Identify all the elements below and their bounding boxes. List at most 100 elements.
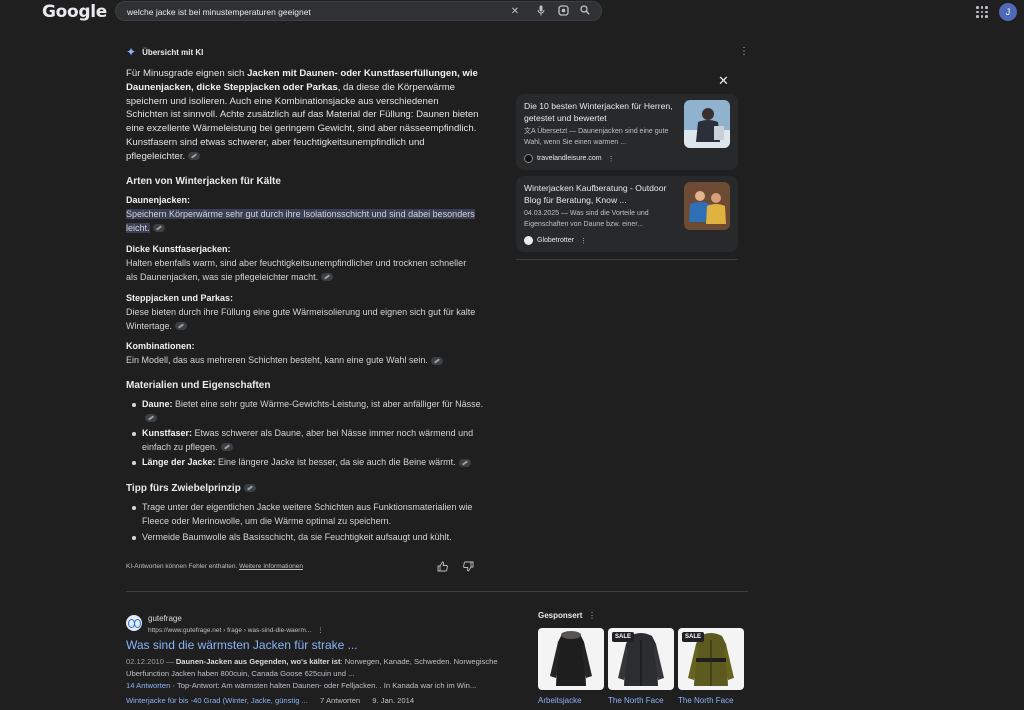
product-card[interactable]: SALE The North Face — [608, 628, 674, 710]
list-item-text: Etwas schwerer als Daune, aber bei Nässe… — [142, 428, 474, 452]
type-text-content: Ein Modell, das aus mehreren Schichten b… — [126, 355, 428, 365]
product-name[interactable]: The North Face — [678, 696, 744, 705]
type-text-highlight: Speichern Körperwärme sehr gut durch ihr… — [126, 209, 475, 233]
source-title[interactable]: Winterjacken Kaufberatung - Outdoor Blog… — [524, 183, 684, 206]
section-title-types: Arten von Winterjacken für Kälte — [126, 176, 281, 187]
result-url-text[interactable]: https://www.gutefrage.net › frage › was-… — [148, 627, 311, 634]
more-options-icon[interactable]: ⋮ — [739, 46, 749, 57]
tips-list: Trage unter der eigentlichen Jacke weite… — [130, 501, 485, 547]
link-icon[interactable] — [145, 414, 157, 423]
product-image[interactable]: SALE — [678, 628, 744, 690]
related-link[interactable]: Winterjacke für bis -40 Grad (Winter, Ja… — [126, 696, 308, 705]
source-site: Globetrotter ⋮ — [524, 236, 587, 245]
type-title: Daunenjacken: — [126, 195, 191, 205]
result-snippet-bold: Daunen-Jacken aus Gegenden, wo's kälter … — [175, 657, 341, 666]
avatar[interactable]: J — [999, 3, 1017, 21]
product-image[interactable]: SALE — [608, 628, 674, 690]
source-card[interactable]: Winterjacken Kaufberatung - Outdoor Blog… — [516, 176, 738, 252]
sale-badge: SALE — [612, 632, 635, 642]
section-title-materials: Materialien und Eigenschaften — [126, 380, 271, 391]
top-answer-text: · Top-Antwort: Am wärmsten halten Daunen… — [170, 681, 477, 690]
apps-grid-icon[interactable] — [975, 5, 989, 19]
more-options-icon[interactable]: ⋮ — [608, 155, 615, 163]
search-icon[interactable] — [578, 5, 592, 19]
type-text: Halten ebenfalls warm, sind aber feuchti… — [126, 257, 476, 284]
type-text: Diese bieten durch ihre Füllung eine gut… — [126, 306, 476, 333]
close-icon[interactable]: ✕ — [718, 73, 729, 89]
source-snippet: 文A Übersetzt — Daunenjacken sind eine gu… — [524, 128, 669, 146]
more-options-icon[interactable]: ⋮ — [317, 627, 324, 634]
site-favicon-icon — [524, 236, 533, 245]
link-icon[interactable] — [152, 224, 165, 233]
result-snippet: 02.12.2010 — Daunen-Jacken aus Gegenden,… — [126, 656, 501, 679]
link-icon[interactable] — [458, 458, 471, 467]
type-text: Speichern Körperwärme sehr gut durch ihr… — [126, 208, 476, 235]
source-image — [684, 100, 730, 148]
google-logo[interactable]: Google — [42, 2, 107, 22]
source-image — [684, 182, 730, 230]
site-favicon-icon[interactable] — [126, 615, 142, 631]
result-site-name[interactable]: gutefrage — [148, 614, 182, 623]
type-title: Steppjacken und Parkas: — [126, 293, 234, 303]
result-answers-line: 14 Antworten · Top-Antwort: Am wärmsten … — [126, 681, 476, 690]
section-title-tip: Tipp fürs Zwiebelprinzip — [126, 483, 256, 494]
link-icon[interactable] — [430, 356, 443, 365]
type-text-content: Halten ebenfalls warm, sind aber feuchti… — [126, 258, 467, 282]
sparkle-icon: ✦ — [126, 45, 137, 59]
list-item: Daune: Bietet eine sehr gute Wärme-Gewic… — [130, 398, 485, 425]
result-url[interactable]: https://www.gutefrage.net › frage › was-… — [148, 626, 324, 634]
ai-overview-header: ✦ Übersicht mit KI — [126, 45, 203, 59]
type-title: Dicke Kunstfaserjacken: — [126, 244, 231, 254]
related-result-line: Winterjacke für bis -40 Grad (Winter, Ja… — [126, 696, 414, 705]
related-answers: 7 Antworten — [320, 696, 361, 705]
source-site-name: Globetrotter — [537, 237, 574, 244]
type-text: Ein Modell, das aus mehreren Schichten b… — [126, 354, 476, 368]
product-image[interactable] — [538, 628, 604, 690]
result-title[interactable]: Was sind die wärmsten Jacken für strake … — [126, 638, 358, 652]
link-icon[interactable] — [220, 443, 233, 452]
list-item: Vermeide Baumwolle als Basisschicht, da … — [130, 531, 485, 545]
link-icon[interactable] — [188, 152, 201, 161]
product-card[interactable]: SALE The North Face — [678, 628, 744, 710]
search-box[interactable]: ✕ — [115, 1, 602, 21]
sale-badge: SALE — [682, 632, 705, 642]
list-item-label: Länge der Jacke: — [142, 457, 216, 467]
site-favicon-icon — [524, 154, 533, 163]
ai-intro-paragraph: Für Minusgrade eignen sich Jacken mit Da… — [126, 67, 482, 164]
ai-overview-title: Übersicht mit KI — [142, 47, 204, 57]
list-item-text: Eine längere Jacke ist besser, da sie au… — [215, 457, 456, 467]
type-title: Kombinationen: — [126, 341, 195, 351]
list-item: Kunstfaser: Etwas schwerer als Daune, ab… — [130, 427, 485, 454]
link-icon[interactable] — [175, 322, 188, 331]
microphone-icon[interactable] — [534, 5, 548, 19]
product-name[interactable]: Arbeitsjacke — [538, 696, 604, 705]
answers-link[interactable]: 14 Antworten — [126, 681, 170, 690]
list-item-label: Kunstfaser: — [142, 428, 193, 438]
link-icon[interactable] — [321, 273, 334, 282]
materials-list: Daune: Bietet eine sehr gute Wärme-Gewic… — [130, 398, 485, 472]
intro-text: Für Minusgrade eignen sich — [126, 68, 248, 79]
section-title-text: Tipp fürs Zwiebelprinzip — [126, 483, 241, 494]
source-title[interactable]: Die 10 besten Winterjacken für Herren, g… — [524, 101, 684, 124]
disclaimer-text: KI-Antworten können Fehler enthalten. — [126, 563, 240, 570]
link-icon[interactable] — [243, 484, 256, 493]
thumbs-up-icon[interactable] — [437, 561, 448, 575]
clear-icon[interactable]: ✕ — [508, 5, 522, 19]
result-date: 02.12.2010 — — [126, 657, 176, 666]
more-options-icon[interactable]: ⋮ — [580, 237, 587, 245]
product-card[interactable]: Arbeitsjacke — [538, 628, 604, 710]
thumbs-down-icon[interactable] — [463, 561, 474, 575]
related-date: 9. Jan. 2014 — [372, 696, 415, 705]
lens-icon[interactable] — [556, 5, 570, 19]
source-cards: Die 10 besten Winterjacken für Herren, g… — [516, 94, 738, 260]
list-item-label: Daune: — [142, 399, 173, 409]
more-options-icon[interactable]: ⋮ — [588, 611, 596, 620]
product-name[interactable]: The North Face — [608, 696, 674, 705]
more-info-link[interactable]: Weitere Informationen — [239, 563, 303, 570]
search-input[interactable] — [127, 4, 497, 19]
source-card[interactable]: Die 10 besten Winterjacken für Herren, g… — [516, 94, 738, 170]
list-item: Länge der Jacke: Eine längere Jacke ist … — [130, 456, 485, 470]
divider — [126, 591, 748, 592]
ai-disclaimer: KI-Antworten können Fehler enthalten. We… — [126, 563, 303, 570]
source-site: travelandleisure.com ⋮ — [524, 154, 615, 163]
